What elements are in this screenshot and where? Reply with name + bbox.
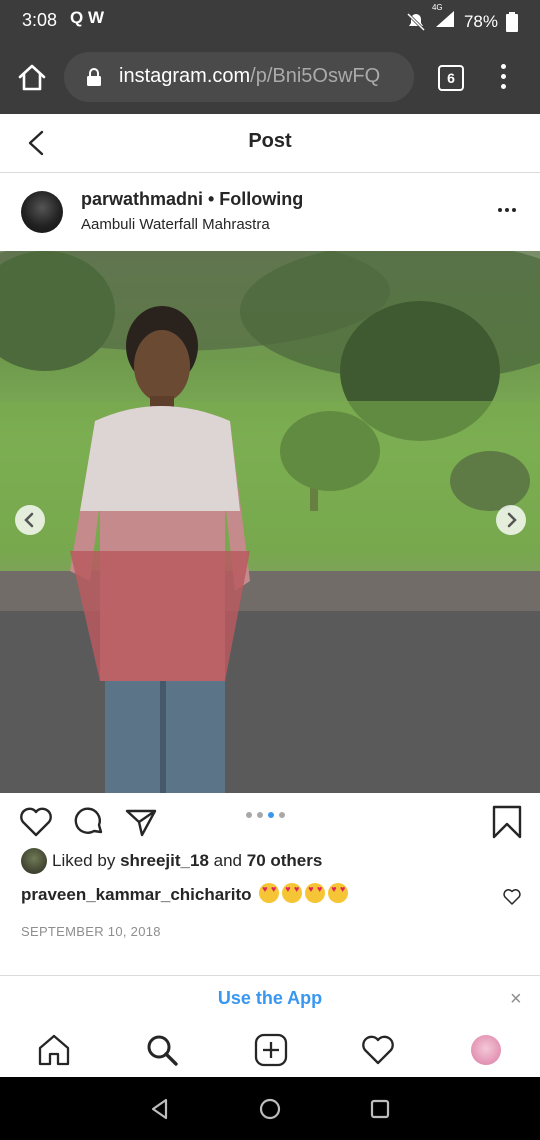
author-username[interactable]: parwathmadni (81, 189, 203, 210)
chevron-right-icon (507, 512, 517, 528)
page-header: Post (0, 114, 540, 173)
carousel-dot (246, 812, 252, 818)
chevron-left-icon (24, 512, 34, 528)
use-app-link[interactable]: Use the App (0, 988, 540, 1009)
likes-conjunction: and (213, 851, 243, 870)
post-actions (0, 793, 540, 843)
status-bar: 3:08 Q W 4G 78% (0, 0, 540, 40)
lock-icon (87, 68, 101, 86)
more-options-icon[interactable] (498, 208, 522, 216)
carousel-indicator (246, 812, 285, 818)
android-navigation-bar (0, 1077, 540, 1140)
carousel-dot (279, 812, 285, 818)
mute-bell-icon (406, 12, 426, 31)
search-icon[interactable] (145, 1033, 179, 1067)
status-time: 3:08 (22, 10, 58, 30)
heart-eyes-emoji-icon (305, 883, 326, 903)
battery-icon (506, 11, 518, 32)
page-title: Post (248, 130, 292, 152)
save-bookmark-icon[interactable] (490, 805, 524, 839)
like-heart-icon[interactable] (19, 805, 53, 839)
close-icon[interactable]: × (510, 988, 522, 1011)
following-status[interactable]: • Following (208, 189, 303, 210)
share-paper-plane-icon[interactable] (124, 805, 158, 839)
browser-toolbar: instagram.com/p/Bni5OswFQ 6 (0, 40, 540, 114)
likes-prefix: Liked by (52, 851, 116, 870)
post-header: parwathmadni • Following Aambuli Waterfa… (0, 173, 540, 252)
network-type: 4G (431, 3, 443, 12)
heart-eyes-emoji-icon (282, 883, 303, 903)
liker-username[interactable]: shreejit_18 (120, 851, 209, 871)
android-back-icon[interactable] (148, 1097, 172, 1121)
url-bar[interactable]: instagram.com/p/Bni5OswFQ (64, 52, 414, 102)
url-host: instagram.com (119, 65, 251, 87)
likes-others-link[interactable]: 70 others (247, 851, 323, 871)
liker-avatar (21, 848, 47, 874)
home-icon[interactable] (37, 1033, 71, 1067)
url-text[interactable]: instagram.com/p/Bni5OswFQ (119, 65, 409, 88)
carousel-next-button[interactable] (496, 505, 526, 535)
android-home-icon[interactable] (258, 1097, 282, 1121)
carousel-dot-active (268, 812, 274, 818)
carousel-dot (257, 812, 263, 818)
status-right: 4G 78% (406, 3, 518, 34)
heart-eyes-emoji-icon (328, 883, 349, 903)
battery-percent: 78% (463, 11, 498, 31)
new-post-icon[interactable] (254, 1033, 288, 1067)
browser-home-icon[interactable] (14, 60, 50, 96)
likes-summary[interactable]: Liked by shreejit_18 and 70 others (21, 847, 322, 875)
post-photo[interactable] (0, 251, 540, 793)
heart-eyes-emoji-icon (259, 883, 280, 903)
author-avatar[interactable] (21, 191, 63, 233)
comment-bubble-icon[interactable] (72, 805, 106, 839)
browser-menu-icon[interactable] (494, 64, 512, 92)
comment-like-heart-icon[interactable] (502, 887, 522, 907)
comment-username[interactable]: praveen_kammar_chicharito (21, 885, 252, 904)
signal-icon: 4G (432, 3, 456, 34)
photo-scene (0, 251, 540, 793)
tab-switcher-button[interactable]: 6 (438, 65, 464, 91)
activity-heart-icon[interactable] (361, 1033, 395, 1067)
android-recents-icon[interactable] (368, 1097, 392, 1121)
post-date: SEPTEMBER 10, 2018 (21, 924, 161, 939)
comment: praveen_kammar_chicharito (21, 883, 349, 905)
notification-icons: Q W (70, 8, 104, 27)
profile-avatar[interactable] (471, 1035, 501, 1065)
post-location[interactable]: Aambuli Waterfall Mahrastra (81, 216, 270, 233)
carousel-prev-button[interactable] (15, 505, 45, 535)
use-app-banner: Use the App × (0, 975, 540, 1022)
url-path: /p/Bni5OswFQ (250, 65, 381, 87)
bottom-navigation (0, 1021, 540, 1077)
